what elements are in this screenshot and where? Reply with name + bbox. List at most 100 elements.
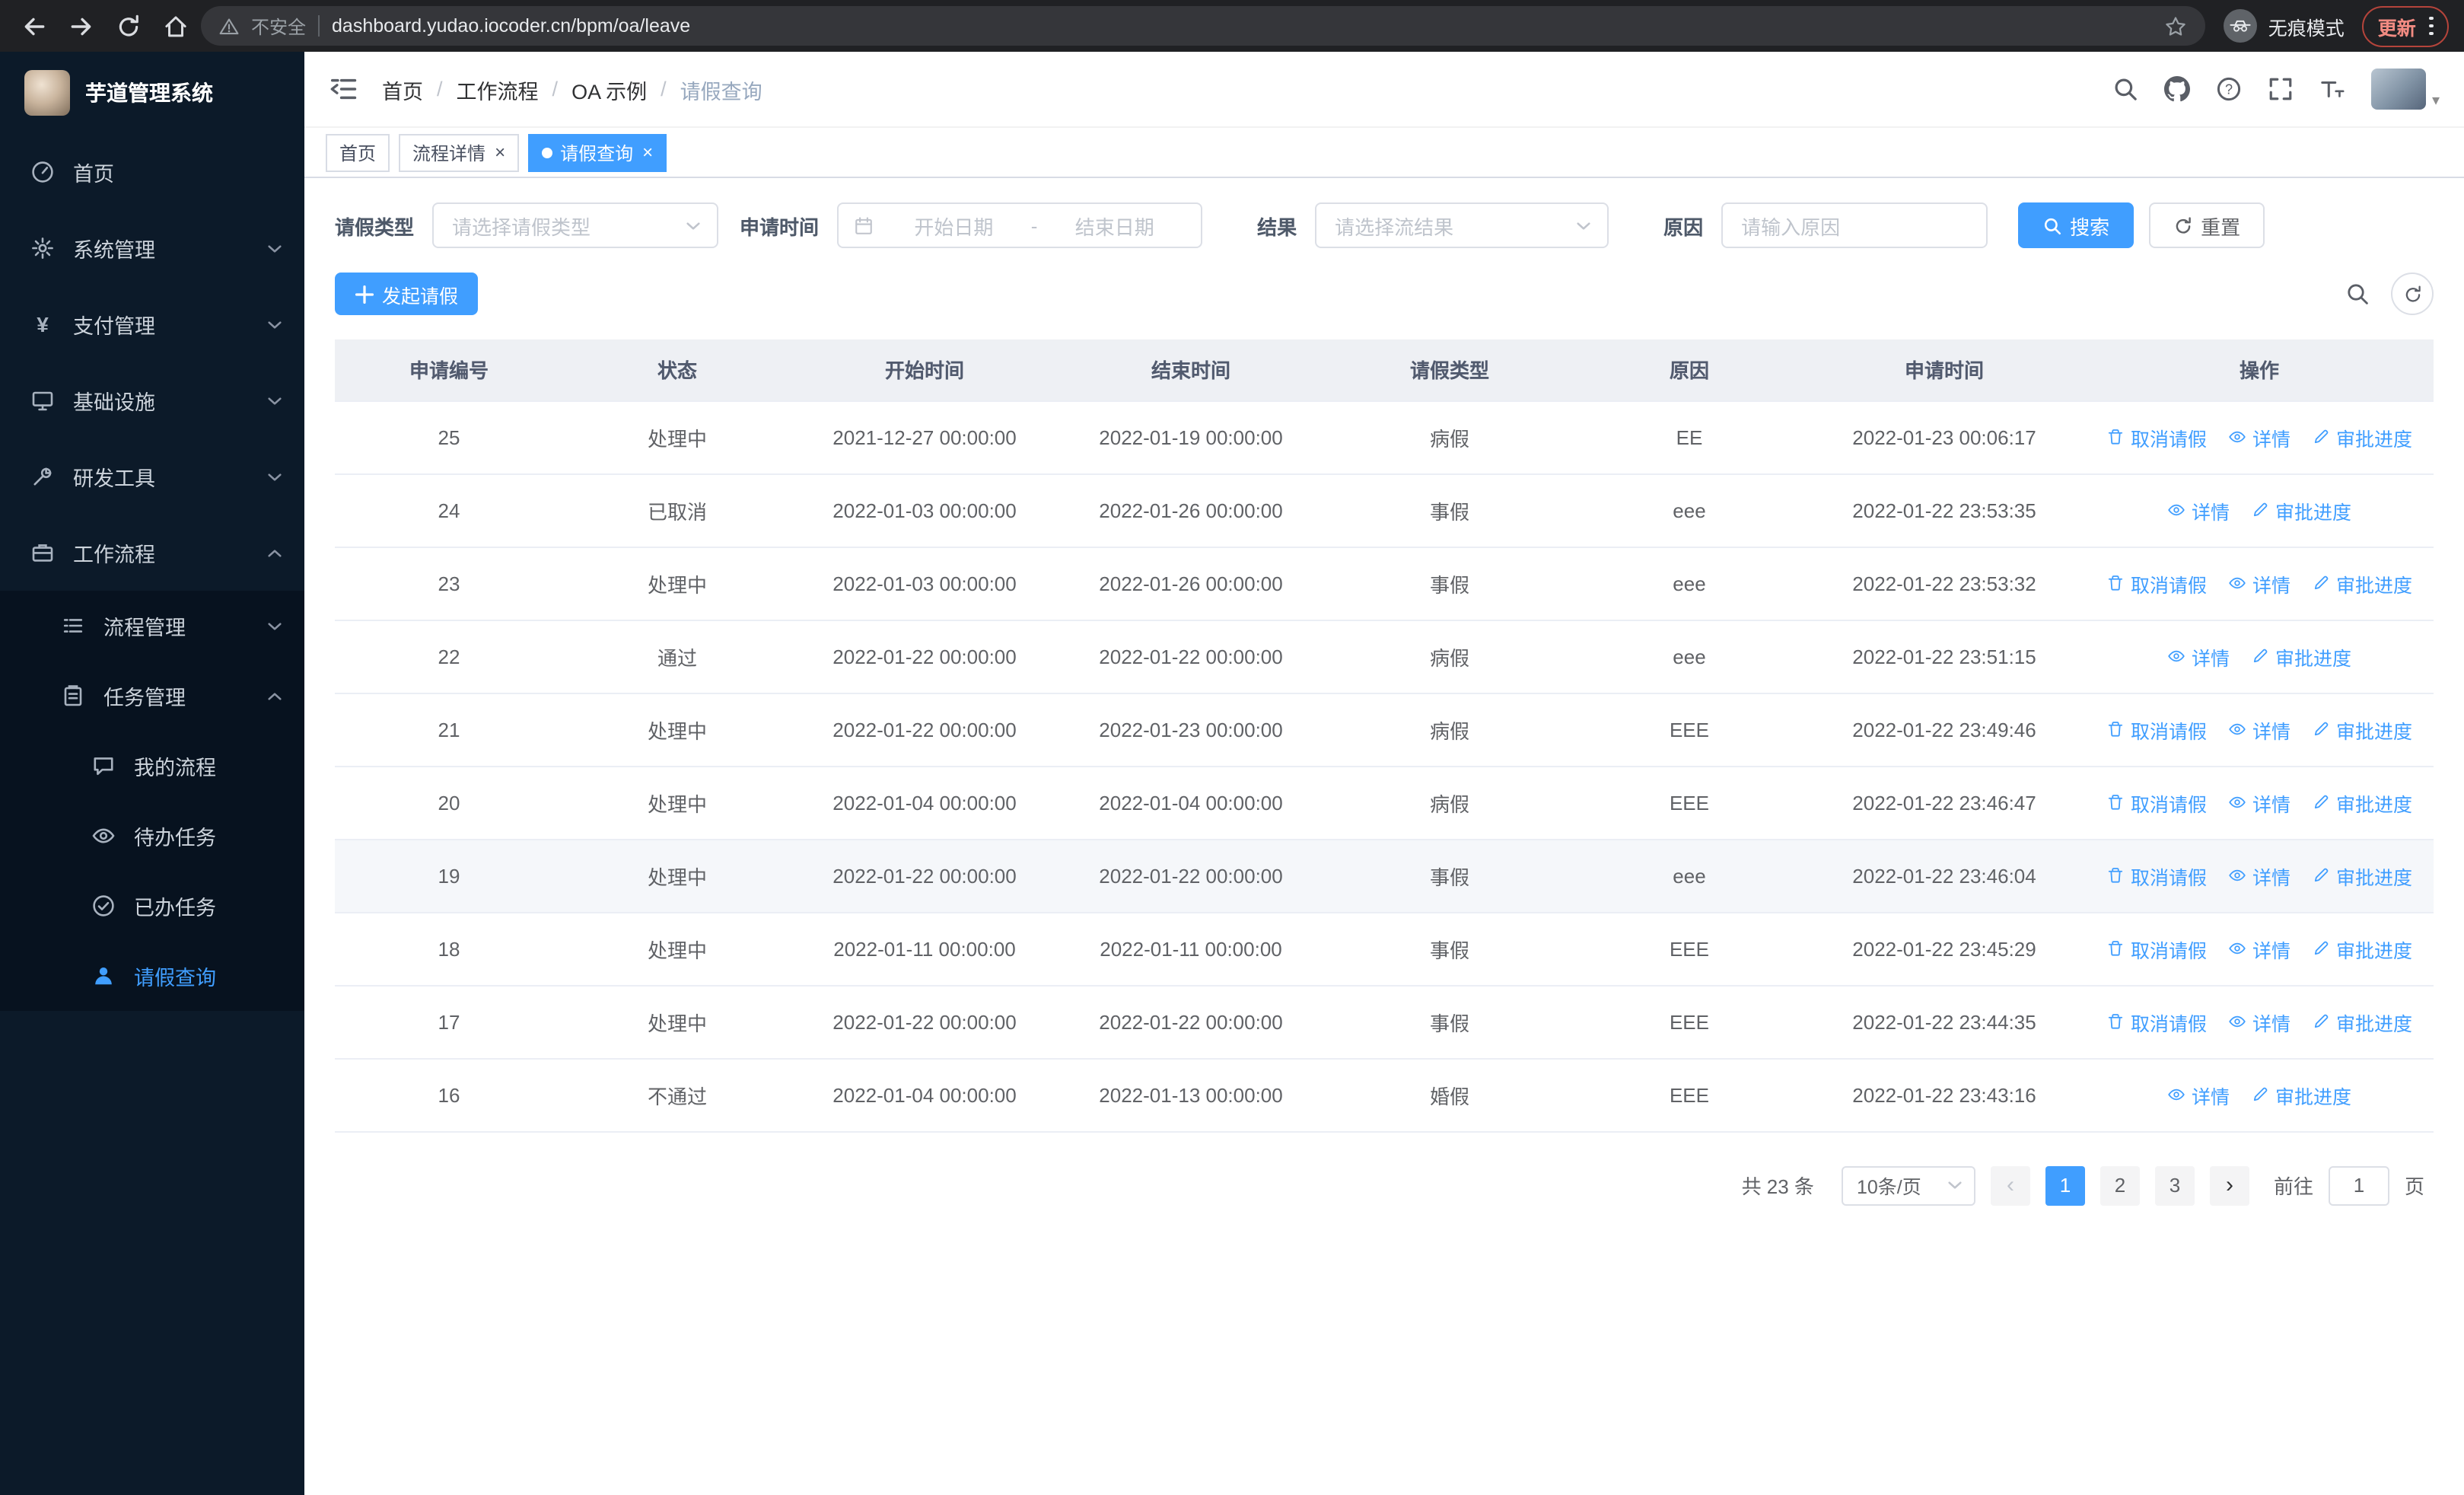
col-leave-type: 请假类型 (1324, 339, 1575, 401)
toggle-search-icon[interactable] (2345, 282, 2370, 306)
sidebar-collapse-icon[interactable] (329, 75, 358, 104)
cell-leave-type: 病假 (1324, 400, 1575, 474)
detail-link[interactable]: 详情 (2228, 788, 2291, 817)
cancel-leave-link[interactable]: 取消请假 (2106, 569, 2207, 598)
tab-process-detail[interactable]: 流程详情 × (399, 133, 520, 171)
github-icon[interactable] (2163, 76, 2190, 102)
sidebar-item-todo-tasks[interactable]: 待办任务 (0, 801, 304, 871)
breadcrumb-current: 请假查询 (680, 80, 762, 103)
home-icon[interactable] (163, 13, 189, 39)
progress-link[interactable]: 审批进度 (2312, 788, 2412, 817)
user-avatar-menu[interactable]: ▾ (2370, 69, 2440, 110)
sidebar-item-process-mgmt[interactable]: 流程管理 (0, 591, 304, 661)
progress-link[interactable]: 审批进度 (2312, 569, 2412, 598)
progress-link[interactable]: 审批进度 (2251, 496, 2351, 524)
font-size-icon[interactable] (2319, 76, 2345, 102)
security-warning-label: 不安全 (251, 16, 307, 37)
breadcrumb-workflow[interactable]: 工作流程 (457, 74, 539, 104)
sidebar-item-system-mgmt[interactable]: 系统管理 (0, 210, 304, 286)
sidebar-item-infrastructure[interactable]: 基础设施 (0, 362, 304, 438)
end-date-input[interactable]: 结束日期 (1043, 211, 1186, 240)
page-button-1[interactable]: 1 (2045, 1165, 2085, 1205)
cancel-leave-link[interactable]: 取消请假 (2106, 422, 2207, 451)
browser-menu-icon[interactable] (2429, 14, 2434, 37)
sidebar: 芋道管理系统 首页 系统管理 ¥ 支付管理 基础设施 研发工具 工作流程 流程管… (0, 52, 304, 1495)
detail-link[interactable]: 详情 (2167, 642, 2230, 671)
progress-link[interactable]: 审批进度 (2312, 715, 2412, 744)
detail-link[interactable]: 详情 (2228, 934, 2291, 963)
sidebar-item-payment-mgmt[interactable]: ¥ 支付管理 (0, 286, 304, 362)
breadcrumb-home[interactable]: 首页 (382, 74, 423, 104)
breadcrumb-oa-example[interactable]: OA 示例 (571, 74, 647, 104)
plus-icon (355, 284, 374, 304)
progress-link[interactable]: 审批进度 (2312, 1007, 2412, 1036)
sidebar-item-leave-query[interactable]: 请假查询 (0, 941, 304, 1011)
sidebar-item-dev-tools[interactable]: 研发工具 (0, 438, 304, 515)
close-icon[interactable]: × (642, 143, 653, 161)
progress-link[interactable]: 审批进度 (2312, 861, 2412, 890)
cell-end-time: 2022-01-26 00:00:00 (1058, 473, 1324, 547)
cell-reason: EEE (1575, 985, 1803, 1059)
detail-link[interactable]: 详情 (2228, 861, 2291, 890)
detail-link[interactable]: 详情 (2228, 569, 2291, 598)
close-icon[interactable]: × (495, 143, 505, 161)
progress-link[interactable]: 审批进度 (2251, 1080, 2351, 1109)
prev-page-button[interactable]: ‹ (1990, 1165, 2030, 1205)
bookmark-star-icon[interactable] (2165, 14, 2188, 37)
reason-input[interactable]: 请输入原因 (1721, 202, 1988, 248)
chevron-down-icon (266, 617, 283, 634)
progress-link[interactable]: 审批进度 (2251, 642, 2351, 671)
apply-time-range-picker[interactable]: 开始日期 - 结束日期 (837, 202, 1203, 248)
app-logo[interactable]: 芋道管理系统 (0, 52, 304, 134)
search-icon[interactable] (2112, 76, 2138, 102)
page-button-2[interactable]: 2 (2099, 1165, 2140, 1205)
cancel-leave-link[interactable]: 取消请假 (2106, 861, 2207, 890)
page-button-3[interactable]: 3 (2154, 1165, 2195, 1205)
sidebar-item-my-process[interactable]: 我的流程 (0, 731, 304, 801)
detail-link[interactable]: 详情 (2167, 496, 2230, 524)
tab-leave-query[interactable]: 请假查询 × (528, 133, 667, 171)
help-icon[interactable]: ? (2216, 76, 2242, 102)
url-bar[interactable]: 不安全 dashboard.yudao.iocoder.cn/bpm/oa/le… (201, 6, 2206, 46)
sidebar-item-workflow[interactable]: 工作流程 (0, 515, 304, 591)
cancel-leave-link[interactable]: 取消请假 (2106, 788, 2207, 817)
leave-type-select[interactable]: 请选择请假类型 (432, 202, 719, 248)
progress-link[interactable]: 审批进度 (2312, 422, 2412, 451)
apply-time-label: 申请时间 (740, 215, 820, 238)
back-icon[interactable] (21, 13, 47, 39)
cell-operations: 取消请假 详情 审批进度 (2085, 400, 2434, 474)
cancel-leave-link[interactable]: 取消请假 (2106, 1007, 2207, 1036)
next-page-button[interactable]: › (2209, 1165, 2249, 1205)
page-size-select[interactable]: 10条/页 (1841, 1165, 1975, 1205)
search-button[interactable]: 搜索 (2018, 202, 2135, 248)
cell-status: 已取消 (563, 473, 791, 547)
cell-end-time: 2022-01-19 00:00:00 (1058, 400, 1324, 474)
tab-home[interactable]: 首页 (326, 133, 390, 171)
detail-link[interactable]: 详情 (2228, 715, 2291, 744)
reload-icon[interactable] (116, 13, 142, 39)
chevron-up-icon (266, 687, 283, 704)
cancel-leave-link[interactable]: 取消请假 (2106, 715, 2207, 744)
update-button[interactable]: 更新 (2378, 11, 2416, 40)
progress-link[interactable]: 审批进度 (2312, 934, 2412, 963)
goto-page-input[interactable] (2328, 1165, 2389, 1205)
detail-link[interactable]: 详情 (2167, 1080, 2230, 1109)
cell-apply-time: 2022-01-22 23:45:29 (1803, 912, 2085, 986)
start-date-input[interactable]: 开始日期 (883, 211, 1025, 240)
cell-apply-id: 18 (335, 912, 563, 986)
sidebar-item-home[interactable]: 首页 (0, 134, 304, 210)
detail-link[interactable]: 详情 (2228, 422, 2291, 451)
create-leave-button[interactable]: 发起请假 (335, 273, 479, 315)
reset-button[interactable]: 重置 (2149, 202, 2265, 248)
cell-status: 处理中 (563, 766, 791, 840)
result-select[interactable]: 请选择流结果 (1315, 202, 1609, 248)
refresh-table-button[interactable] (2391, 273, 2434, 315)
detail-link[interactable]: 详情 (2228, 1007, 2291, 1036)
forward-icon[interactable] (68, 13, 94, 39)
sidebar-item-done-tasks[interactable]: 已办任务 (0, 871, 304, 941)
top-header: 首页 / 工作流程 / OA 示例 / 请假查询 ? ▾ (304, 52, 2464, 128)
sidebar-item-task-mgmt[interactable]: 任务管理 (0, 661, 304, 731)
fullscreen-icon[interactable] (2268, 76, 2294, 102)
cell-apply-time: 2022-01-22 23:46:47 (1803, 766, 2085, 840)
cancel-leave-link[interactable]: 取消请假 (2106, 934, 2207, 963)
